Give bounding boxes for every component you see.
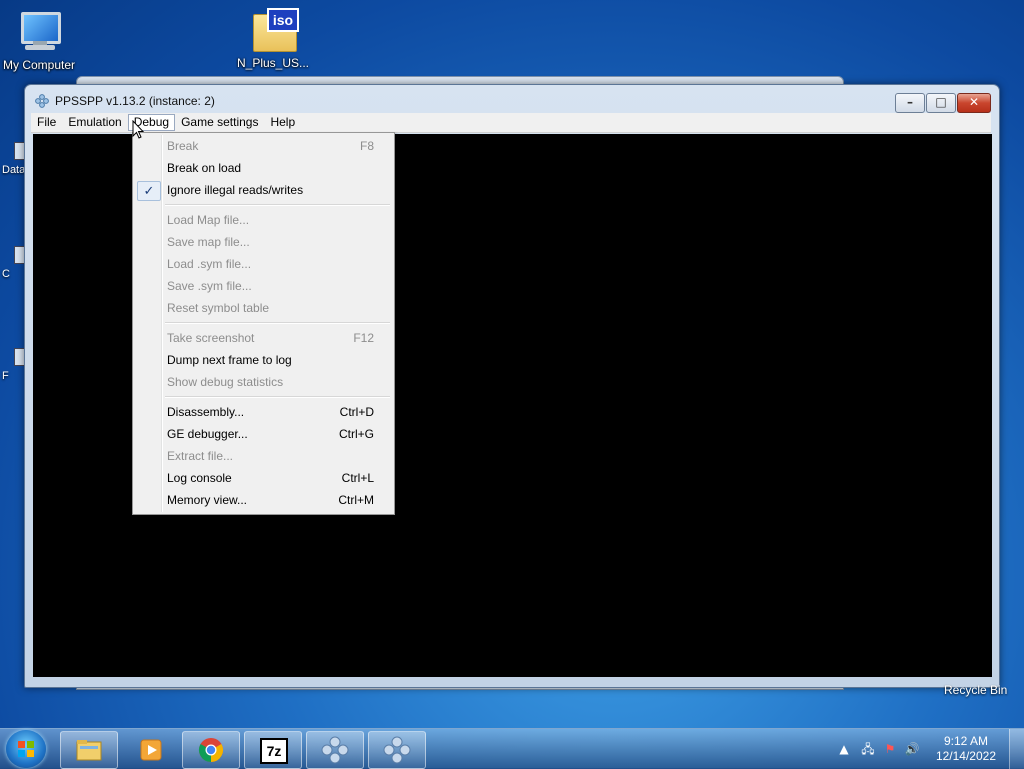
menu-separator: [165, 204, 390, 206]
close-button[interactable]: ✕: [957, 93, 991, 113]
system-tray: ▲ 🖧 ⚑ 🔊 9:12 AM 12/14/2022: [834, 729, 1024, 769]
clock-date: 12/14/2022: [935, 749, 996, 763]
menu-item-reset-symbol-table[interactable]: Reset symbol table: [135, 297, 392, 319]
window-title: PPSSPP v1.13.2 (instance: 2): [55, 94, 215, 108]
clock[interactable]: 9:12 AM 12/14/2022: [936, 734, 996, 764]
desktop-icon-label: F: [2, 370, 9, 382]
show-desktop-button[interactable]: [1009, 729, 1024, 769]
menu-item-label: GE debugger...: [167, 427, 248, 441]
menu-item-load-map-file[interactable]: Load Map file...: [135, 209, 392, 231]
menu-item-shortcut: Ctrl+G: [338, 427, 374, 441]
menu-help[interactable]: Help: [264, 114, 301, 131]
menu-item-label: Save map file...: [167, 235, 250, 249]
menu-item-take-screenshot[interactable]: Take screenshot F12: [135, 327, 392, 349]
ppsspp-app-icon: [35, 94, 49, 108]
desktop-icon-label: My Computer: [2, 58, 76, 72]
checkmark-icon: ✓: [137, 181, 161, 201]
desktop-icon-my-computer[interactable]: My Computer: [0, 8, 84, 72]
network-icon[interactable]: 🖧: [860, 741, 876, 757]
menu-item-label: Show debug statistics: [167, 375, 284, 389]
windows-logo-icon: [18, 741, 34, 757]
menu-item-ignore-illegal-reads-writes[interactable]: ✓ Ignore illegal reads/writes: [135, 179, 392, 201]
iso-file-icon: iso: [249, 6, 299, 52]
menu-file[interactable]: File: [31, 114, 62, 131]
mouse-cursor-icon: [132, 120, 144, 139]
menu-emulation[interactable]: Emulation: [62, 114, 127, 131]
taskbar-7zip[interactable]: 7z: [244, 731, 302, 769]
menu-item-label: Disassembly...: [167, 405, 245, 419]
menu-item-label: Save .sym file...: [167, 279, 252, 293]
volume-icon[interactable]: 🔊: [904, 741, 920, 757]
menu-item-ge-debugger[interactable]: GE debugger... Ctrl+G: [135, 423, 392, 445]
desktop-icon-label: N_Plus_US...: [236, 56, 310, 70]
desktop-icon-iso[interactable]: iso N_Plus_US...: [228, 6, 318, 70]
menu-item-shortcut: F8: [359, 139, 374, 153]
menu-item-disassembly[interactable]: Disassembly... Ctrl+D: [135, 401, 392, 423]
menu-item-dump-next-frame-to-log[interactable]: Dump next frame to log: [135, 349, 392, 371]
menu-item-shortcut: Ctrl+D: [339, 405, 374, 419]
menu-item-label: Load .sym file...: [167, 257, 252, 271]
menu-item-label: Log console: [167, 471, 232, 485]
menu-item-save-map-file[interactable]: Save map file...: [135, 231, 392, 253]
desktop-icon-label: C: [2, 268, 10, 280]
menu-item-extract-file[interactable]: Extract file...: [135, 445, 392, 467]
menu-item-shortcut: Ctrl+L: [341, 471, 374, 485]
action-center-icon[interactable]: ⚑: [882, 741, 898, 757]
chrome-icon: [198, 738, 224, 762]
7zip-icon: 7z: [260, 738, 288, 764]
computer-icon: [15, 8, 63, 54]
menu-item-break-on-load[interactable]: Break on load: [135, 157, 392, 179]
menu-item-label: Ignore illegal reads/writes: [167, 183, 304, 197]
taskbar-media-player[interactable]: [122, 731, 176, 769]
menu-item-label: Load Map file...: [167, 213, 250, 227]
menu-item-log-console[interactable]: Log console Ctrl+L: [135, 467, 392, 489]
desktop-icon-label: Data: [2, 164, 26, 176]
menu-item-label: Memory view...: [167, 493, 248, 507]
taskbar-explorer[interactable]: [60, 731, 118, 769]
title-bar[interactable]: PPSSPP v1.13.2 (instance: 2) – □ ✕: [25, 85, 999, 115]
debug-menu-dropdown: Break F8 Break on load ✓ Ignore illegal read…: [132, 132, 395, 515]
menu-separator: [165, 322, 390, 324]
start-button[interactable]: [6, 730, 46, 768]
maximize-button[interactable]: □: [926, 93, 956, 113]
menu-item-shortcut: Ctrl+M: [338, 493, 374, 507]
menu-item-label: Reset symbol table: [167, 301, 270, 315]
clock-time: 9:12 AM: [943, 734, 988, 748]
menu-item-show-debug-statistics[interactable]: Show debug statistics: [135, 371, 392, 393]
ppsspp-icon: [383, 736, 411, 764]
menu-item-save-sym-file[interactable]: Save .sym file...: [135, 275, 392, 297]
recycle-bin-label[interactable]: Recycle Bin: [944, 683, 1007, 697]
menu-bar: File Emulation Debug Game settings Help: [31, 113, 991, 133]
minimize-button[interactable]: –: [895, 93, 925, 113]
menu-item-break[interactable]: Break F8: [135, 135, 392, 157]
menu-separator: [165, 396, 390, 398]
explorer-icon: [76, 740, 102, 761]
menu-item-label: Break on load: [167, 161, 242, 175]
taskbar-ppsspp-1[interactable]: [306, 731, 364, 769]
minimize-icon: –: [907, 95, 913, 109]
show-hidden-icons-icon[interactable]: ▲: [836, 741, 852, 757]
close-icon: ✕: [968, 95, 980, 109]
taskbar-chrome[interactable]: [182, 731, 240, 769]
menu-game-settings[interactable]: Game settings: [175, 114, 264, 131]
taskbar-ppsspp-2[interactable]: [368, 731, 426, 769]
menu-item-label: Break: [167, 139, 199, 153]
menu-item-label: Take screenshot: [167, 331, 255, 345]
menu-item-memory-view[interactable]: Memory view... Ctrl+M: [135, 489, 392, 511]
menu-item-load-sym-file[interactable]: Load .sym file...: [135, 253, 392, 275]
ppsspp-icon: [321, 736, 349, 764]
menu-item-label: Extract file...: [167, 449, 234, 463]
menu-item-shortcut: F12: [353, 331, 374, 345]
maximize-icon: □: [935, 95, 947, 109]
menu-item-label: Dump next frame to log: [167, 353, 292, 367]
media-player-icon: [140, 739, 162, 761]
taskbar: 7z ▲ 🖧 ⚑ 🔊 9:12 AM 12/14/2022: [0, 728, 1024, 769]
